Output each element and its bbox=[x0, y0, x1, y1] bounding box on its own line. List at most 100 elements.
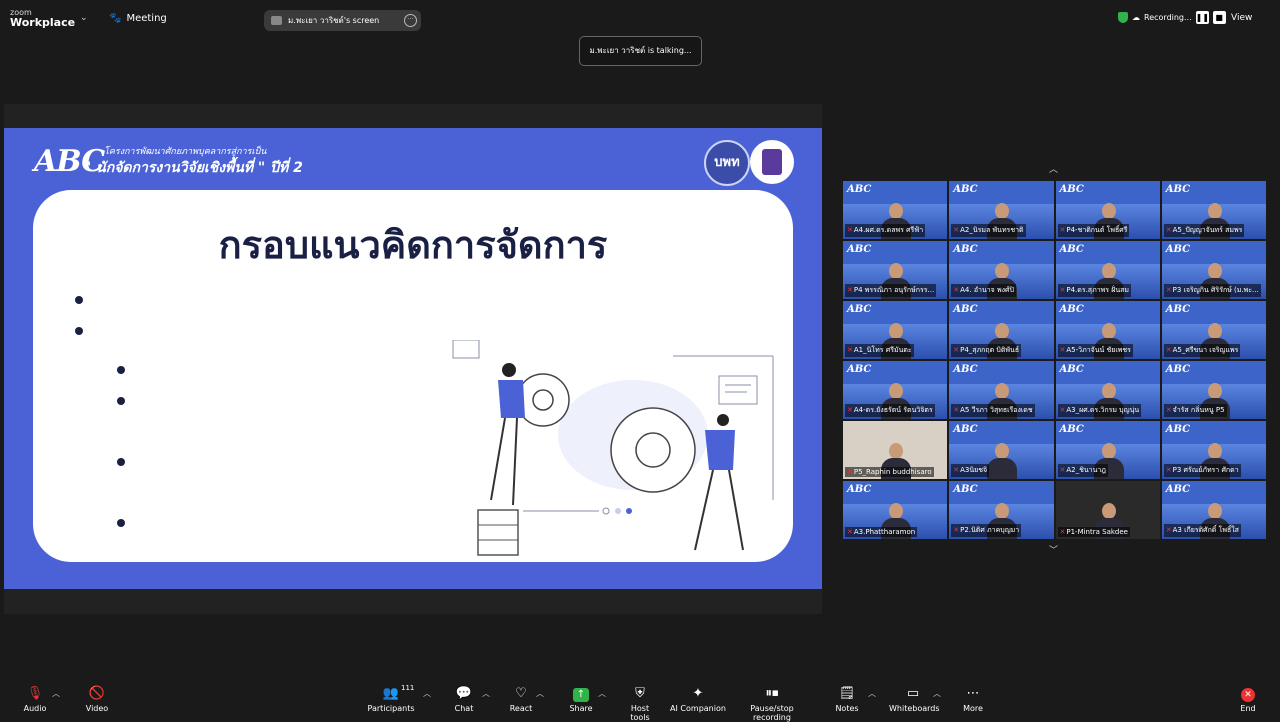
notes-options-chevron-icon[interactable]: ︿ bbox=[868, 688, 876, 699]
participant-name: ✕A5-วิภาจันน์ ชัยเพชร bbox=[1057, 344, 1133, 357]
view-button[interactable]: View bbox=[1231, 13, 1252, 23]
chat-button[interactable]: 💬 Chat bbox=[452, 686, 476, 713]
participant-name: ✕A2_นิรมล พันทรชาติ bbox=[951, 224, 1026, 237]
participant-tile[interactable]: ABC ✕A5-วิภาจันน์ ชัยเพชร bbox=[1054, 300, 1161, 360]
participant-tile[interactable]: ABC ✕P3 ศรัณย์ภัทรา ศักดา bbox=[1160, 420, 1267, 480]
sub-bullet-dot bbox=[117, 519, 125, 527]
participant-tile[interactable]: ABC ✕จำรัส กลิ่นหนู P5 bbox=[1160, 360, 1267, 420]
participant-video bbox=[987, 443, 1018, 479]
abc-logo: ABC bbox=[1059, 364, 1084, 375]
mic-muted-icon: ✕ bbox=[1165, 226, 1172, 234]
mic-muted-icon: ✕ bbox=[1059, 226, 1066, 234]
participants-options-chevron-icon[interactable]: ︿ bbox=[423, 688, 431, 699]
audio-options-chevron-icon[interactable]: ︿ bbox=[52, 688, 60, 699]
notes-button[interactable]: 🗒 Notes bbox=[834, 686, 860, 713]
sub-bullet-dot bbox=[117, 366, 125, 374]
share-screen-icon: ↑ bbox=[573, 688, 589, 702]
gallery-scroll-up-icon[interactable]: ︿ bbox=[1049, 162, 1058, 175]
participant-tile[interactable]: ABC ✕A4.ผศ.ดร.ดลพร ศรีฟ้า bbox=[842, 180, 949, 240]
mic-muted-icon: ✕ bbox=[953, 466, 960, 474]
participant-tile[interactable]: ABC ✕A2_ชินานาฎ bbox=[1054, 420, 1161, 480]
mic-muted-icon: ✕ bbox=[847, 528, 853, 536]
react-label: React bbox=[509, 704, 533, 713]
chevron-down-icon[interactable]: ⌄ bbox=[80, 13, 88, 23]
screen-thumbnail-icon bbox=[271, 16, 282, 25]
bullet-2: ใช้แนวคิด : bbox=[96, 321, 199, 345]
participant-tile[interactable]: ABC ✕P2.นิติศ ภาคบุญมา bbox=[948, 480, 1055, 540]
participant-tile[interactable]: ABC ✕A5 วีรภา วิสุทธเรืองเดช bbox=[948, 360, 1055, 420]
mic-muted-icon: ✕ bbox=[1059, 286, 1066, 294]
end-icon: ✕ bbox=[1241, 688, 1255, 702]
mic-muted-icon: ✕ bbox=[847, 406, 853, 414]
whiteboards-button[interactable]: ▭ Whiteboards bbox=[889, 686, 940, 713]
zoom-logo: zoom Workplace bbox=[10, 9, 75, 29]
sparkle-icon: ✦ bbox=[692, 686, 704, 701]
pause-stop-recording-button[interactable]: ⏸⏹ Pause/stop recording bbox=[732, 686, 812, 722]
teamwork-gears-illustration bbox=[452, 340, 774, 556]
participant-tile[interactable]: ABC ✕A3_ผศ.ดร.วิกรม บุญนุ่น bbox=[1054, 360, 1161, 420]
react-button[interactable]: ♡ React bbox=[508, 686, 534, 713]
participant-tile[interactable]: ABC ✕A4-ดร.ยังธรัตน์ รัตนวิจิตร bbox=[842, 360, 949, 420]
bpt-logo: บพท bbox=[704, 140, 750, 186]
abc-logo: ABC bbox=[847, 484, 872, 495]
chat-icon: 💬 bbox=[455, 686, 473, 701]
slide-title: กรอบแนวคิดการจัดการ bbox=[218, 223, 608, 267]
pause-recording-icon[interactable]: ❚❚ bbox=[1195, 11, 1209, 24]
mic-muted-icon: ✕ bbox=[953, 346, 960, 354]
participant-tile[interactable]: ABC ✕P4-ชาติกนต์ โพธิ์ศรี bbox=[1054, 180, 1161, 240]
participant-tile[interactable]: ABC ✕P4_สุภกฤต บิติพันธ์ bbox=[948, 300, 1055, 360]
abc-logo: ABC bbox=[1165, 364, 1191, 375]
gallery-scroll-down-icon[interactable]: ﹀ bbox=[1049, 543, 1058, 556]
participant-gallery: ABC ✕A4.ผศ.ดร.ดลพร ศรีฟ้า ABC ✕A2_นิรมล พัน… bbox=[842, 180, 1267, 540]
ai-companion-button[interactable]: ✦ AI Companion bbox=[670, 686, 726, 713]
audio-button[interactable]: 🎙 Audio bbox=[22, 686, 48, 713]
participant-tile[interactable]: ABC ✕A5_ศรีขนา เจริญแพร bbox=[1160, 300, 1267, 360]
slide-header-line2: " นักจัดการงานวิจัยเชิงพื้นที่ " ปีที่ 2 bbox=[84, 160, 303, 176]
whiteboard-icon: ▭ bbox=[906, 686, 920, 701]
abc-logo: ABC bbox=[1165, 184, 1191, 195]
participant-name: ✕P4-ชาติกนต์ โพธิ์ศรี bbox=[1057, 224, 1130, 237]
participant-tile[interactable]: ABC ✕A1_นิโทร ศรีมันตะ bbox=[842, 300, 949, 360]
stop-recording-icon[interactable]: ■ bbox=[1212, 11, 1226, 24]
participant-tile[interactable]: ABC ✕P3 เจริญกิน ศิริรักษ์ (ม.พะ... bbox=[1160, 240, 1267, 300]
mic-muted-icon: ✕ bbox=[847, 346, 853, 354]
chat-options-chevron-icon[interactable]: ︿ bbox=[482, 688, 490, 699]
whiteboards-options-chevron-icon[interactable]: ︿ bbox=[933, 688, 941, 699]
abc-logo: ABC bbox=[847, 364, 872, 375]
participant-name: ✕P5_Raphin buddhisaro bbox=[845, 467, 934, 477]
encryption-shield-icon[interactable] bbox=[1118, 12, 1128, 23]
video-button[interactable]: 🚫 Video bbox=[84, 686, 110, 713]
slide-header-line1: โครงการพัฒนาศักยภาพบุคลากรสู่การเป็น bbox=[104, 147, 267, 157]
more-button[interactable]: ⋯ More bbox=[961, 686, 985, 713]
screen-share-indicator[interactable]: ม.พะเยา วาริชต์'s screen ··· bbox=[264, 10, 421, 31]
share-options-chevron-icon[interactable]: ︿ bbox=[598, 688, 606, 699]
participant-tile[interactable]: ABC ✕A3.Phattharamon bbox=[842, 480, 949, 540]
meeting-info-button[interactable]: 🐾 Meeting bbox=[109, 13, 167, 24]
mic-muted-icon: ✕ bbox=[953, 226, 960, 234]
more-options-icon[interactable]: ··· bbox=[404, 14, 417, 27]
participant-tile[interactable]: ✕P1-Mintra Sakdee bbox=[1054, 480, 1161, 540]
participant-tile[interactable]: ABC ✕A5_ปัญญาจันทร์ สมพร bbox=[1160, 180, 1267, 240]
mic-muted-icon: ✕ bbox=[1059, 346, 1066, 354]
participant-tile[interactable]: ABC ✕P4.ดร.สุภาพร ฝั่นสม bbox=[1054, 240, 1161, 300]
mic-muted-icon: ✕ bbox=[953, 406, 960, 414]
participant-tile[interactable]: ABC ✕A3นิยชจิ bbox=[948, 420, 1055, 480]
participant-tile[interactable]: ✕P5_Raphin buddhisaro bbox=[842, 420, 949, 480]
sub-bullet-2-cont: (INNOVATION ECOSYSTEM) bbox=[133, 420, 405, 441]
mic-muted-icon: ✕ bbox=[1165, 286, 1172, 294]
participant-name: ✕A3นิยชจิ bbox=[951, 464, 990, 477]
participant-tile[interactable]: ABC ✕P4 พรรณิภา อนุรักษ์กรร... bbox=[842, 240, 949, 300]
participant-tile[interactable]: ABC ✕A2_นิรมล พันทรชาติ bbox=[948, 180, 1055, 240]
participant-name: ✕A3.Phattharamon bbox=[845, 527, 918, 537]
participant-tile[interactable]: ABC ✕A3 เกียรติศักดิ์ โพธิ์ใส bbox=[1160, 480, 1267, 540]
participant-name: ✕A1_นิโทร ศรีมันตะ bbox=[845, 344, 914, 357]
share-button[interactable]: ↑ Share bbox=[568, 686, 594, 713]
react-options-chevron-icon[interactable]: ︿ bbox=[536, 688, 544, 699]
mic-muted-icon: ✕ bbox=[1165, 526, 1172, 534]
sub-bullet-4: IMPACT PATHWAY bbox=[133, 511, 311, 532]
host-tools-button[interactable]: ⛨ Host tools bbox=[620, 686, 660, 722]
participant-name: ✕P1-Mintra Sakdee bbox=[1057, 527, 1130, 537]
end-meeting-button[interactable]: ✕ End bbox=[1236, 686, 1260, 713]
abc-logo: ABC bbox=[847, 184, 872, 195]
participant-tile[interactable]: ABC ✕A4. อำนาจ พงศ์ปิ bbox=[948, 240, 1055, 300]
